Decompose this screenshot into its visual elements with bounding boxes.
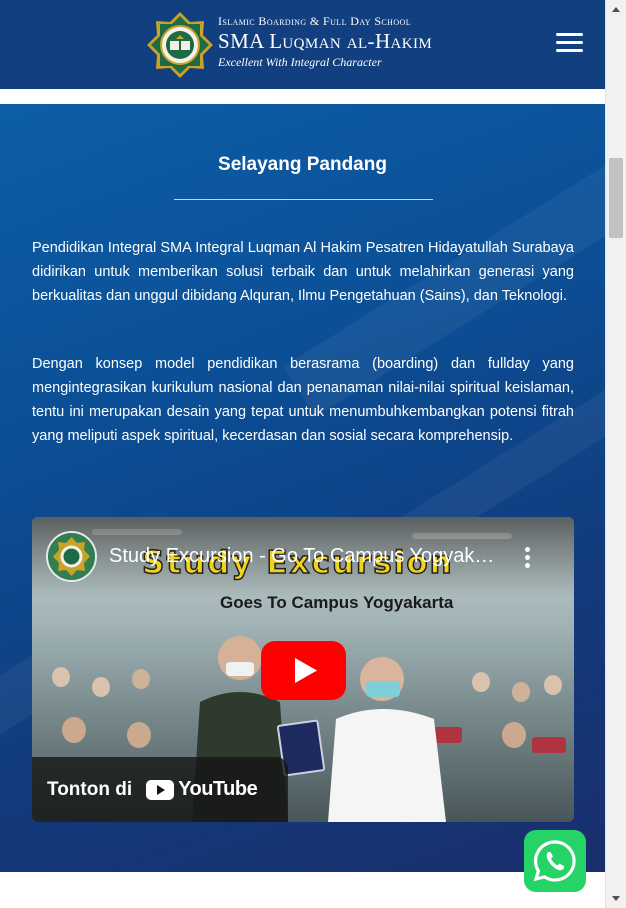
youtube-video-embed[interactable]: Study Excursion Goes To Campus Yogyakart… <box>32 517 574 822</box>
audience-head <box>132 669 150 689</box>
concept-paragraph: Dengan konsep model pendidikan berasrama… <box>32 356 574 444</box>
audience-head <box>544 675 562 695</box>
section-title: Selayang Pandang <box>218 154 387 175</box>
page-viewport: Islamic Boarding & Full Day School SMA L… <box>0 0 605 908</box>
overview-section: Selayang Pandang Pendidikan Integral SMA… <box>0 104 605 872</box>
play-icon[interactable] <box>261 641 346 700</box>
watch-on-youtube-button[interactable]: Tonton di YouTube <box>32 757 288 822</box>
audience-head <box>472 672 490 692</box>
hamburger-menu-icon[interactable] <box>556 33 584 55</box>
audience-head <box>127 722 151 748</box>
whatsapp-chat-button[interactable] <box>524 830 586 892</box>
audience-head <box>92 677 110 697</box>
kebab-menu-icon[interactable] <box>524 547 532 569</box>
watch-on-label: Tonton di <box>47 778 133 800</box>
school-name: SMA Luqman al-Hakim <box>218 29 433 53</box>
page-scrollbar[interactable] <box>605 0 626 908</box>
title-divider <box>174 199 433 200</box>
brand-text[interactable]: Islamic Boarding & Full Day School SMA L… <box>218 12 432 71</box>
auditorium-seat <box>532 737 566 753</box>
site-header: Islamic Boarding & Full Day School SMA L… <box>0 0 605 87</box>
intro-paragraph: Pendidikan Integral SMA Integral Luqman … <box>32 240 574 304</box>
youtube-wordmark: YouTube <box>178 778 258 800</box>
school-type: Islamic Boarding & Full Day School <box>218 14 411 28</box>
separator-line <box>0 87 605 89</box>
video-title[interactable]: Study Excursion - Go To Campus Yogyakart… <box>109 545 499 568</box>
youtube-logo: YouTube <box>146 778 258 801</box>
school-logo-icon[interactable] <box>146 11 214 79</box>
scroll-up-arrow-icon[interactable] <box>612 7 620 12</box>
scroll-down-arrow-icon[interactable] <box>612 896 620 901</box>
thumbnail-subtitle: Goes To Campus Yogyakarta <box>220 593 454 612</box>
youtube-icon <box>146 779 175 800</box>
channel-avatar[interactable] <box>46 531 97 582</box>
audience-head <box>62 717 86 743</box>
header-separator <box>0 87 605 104</box>
channel-logo-icon <box>53 537 90 576</box>
scroll-thumb[interactable] <box>609 158 623 238</box>
audience-head <box>512 682 530 702</box>
whatsapp-icon <box>533 840 576 882</box>
school-tagline: Excellent With Integral Character <box>218 55 382 69</box>
audience-head <box>502 722 526 748</box>
audience-head <box>52 667 70 687</box>
